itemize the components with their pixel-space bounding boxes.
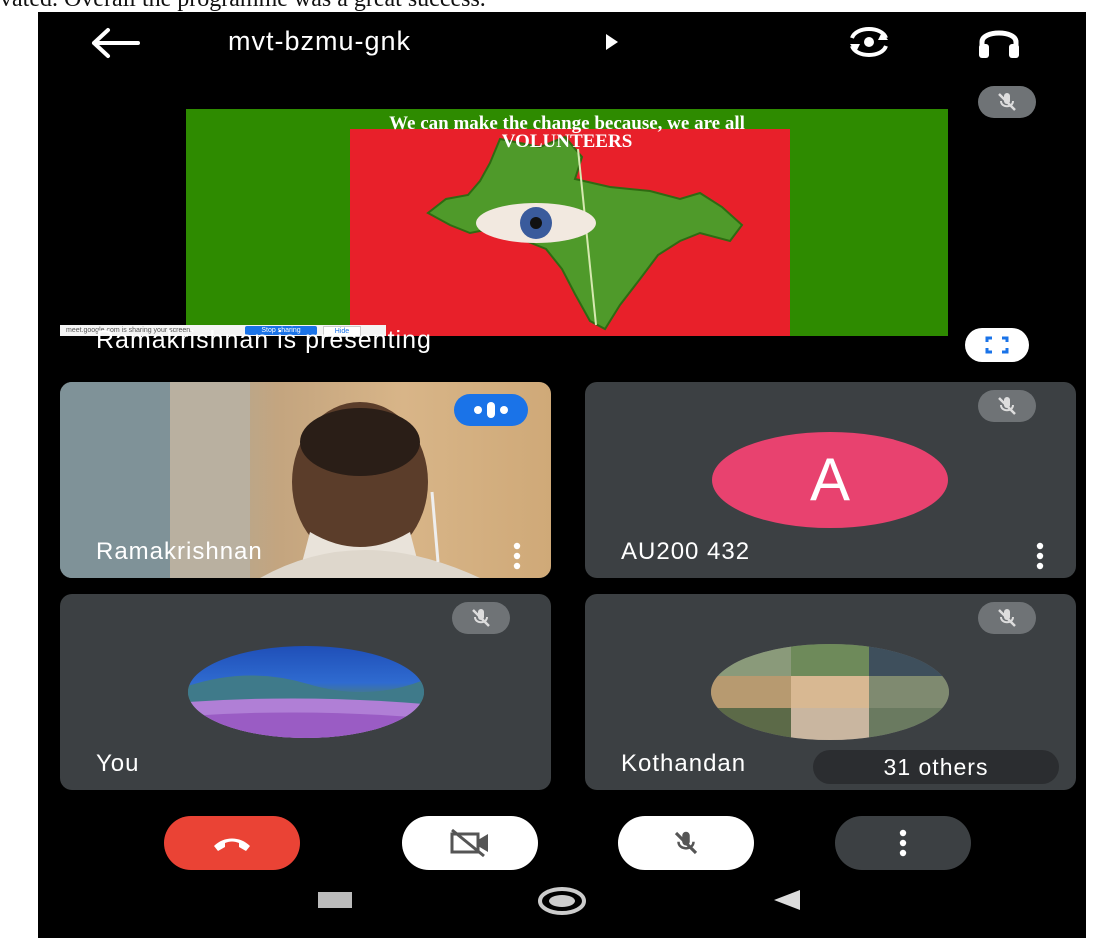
participant-tile-kothandan[interactable]: Kothandan 31 others — [585, 594, 1076, 790]
landscape-avatar-image — [188, 675, 424, 738]
mic-off-badge — [978, 390, 1036, 422]
nav-back-icon[interactable] — [772, 888, 802, 912]
meeting-code[interactable]: mvt-bzmu-gnk — [228, 26, 411, 57]
mic-off-badge — [978, 602, 1036, 634]
mic-off-icon — [998, 93, 1016, 111]
avatar: A — [712, 432, 948, 528]
mic-off-icon — [998, 609, 1016, 627]
nav-square-icon[interactable] — [318, 892, 352, 908]
caret-right-icon[interactable] — [604, 32, 620, 52]
slide-red-panel — [350, 129, 790, 336]
slide-title-line2: VOLUNTEERS — [501, 131, 633, 152]
headphones-icon[interactable] — [976, 22, 1022, 62]
switch-camera-icon[interactable] — [846, 22, 892, 62]
others-count-badge[interactable]: 31 others — [813, 750, 1059, 784]
mic-toggle-button[interactable] — [618, 816, 754, 870]
participant-tile-ramakrishnan[interactable]: Ramakrishnan — [60, 382, 551, 578]
fullscreen-button[interactable] — [965, 328, 1029, 362]
nav-circle-icon[interactable] — [536, 886, 588, 916]
more-vert-icon[interactable] — [1035, 542, 1045, 570]
slide-title: We can make the change because, we are a… — [186, 114, 948, 152]
participant-tile-you[interactable]: You — [60, 594, 551, 790]
presenting-label: Ramakrishnan is presenting — [96, 326, 432, 354]
avatar — [188, 646, 424, 738]
mic-off-icon — [998, 397, 1016, 415]
more-vert-icon — [899, 829, 907, 857]
avatar — [711, 644, 949, 740]
participant-tile-au200[interactable]: A AU200 432 — [585, 382, 1076, 578]
shared-slide: We can make the change because, we are a… — [186, 109, 948, 336]
participant-name: Kothandan — [621, 750, 747, 777]
call-end-icon — [214, 838, 250, 851]
camera-toggle-button[interactable] — [402, 816, 538, 870]
participant-name: Ramakrishnan — [96, 538, 263, 565]
fullscreen-icon — [985, 336, 1009, 354]
speaking-icon — [474, 402, 508, 418]
more-options-button[interactable] — [835, 816, 971, 870]
top-bar: mvt-bzmu-gnk — [38, 12, 1086, 74]
meet-screen: mvt-bzmu-gnk We can make the change beca… — [38, 12, 1086, 938]
more-vert-icon[interactable] — [512, 542, 522, 570]
participant-name: AU200 432 — [621, 538, 751, 565]
system-nav-bar — [38, 882, 1086, 938]
presentation-tile[interactable]: We can make the change because, we are a… — [60, 76, 1076, 368]
mic-off-icon — [674, 831, 698, 855]
mic-off-badge — [452, 602, 510, 634]
participant-name: You — [96, 750, 140, 777]
end-call-button[interactable] — [164, 816, 300, 870]
mic-off-icon — [472, 609, 490, 627]
camera-off-icon — [450, 828, 488, 858]
speaking-indicator — [454, 394, 528, 426]
mic-off-badge — [978, 86, 1036, 118]
back-arrow-icon[interactable] — [90, 26, 140, 60]
india-leaf-map-image — [426, 135, 744, 331]
collage-avatar-image — [711, 644, 949, 740]
